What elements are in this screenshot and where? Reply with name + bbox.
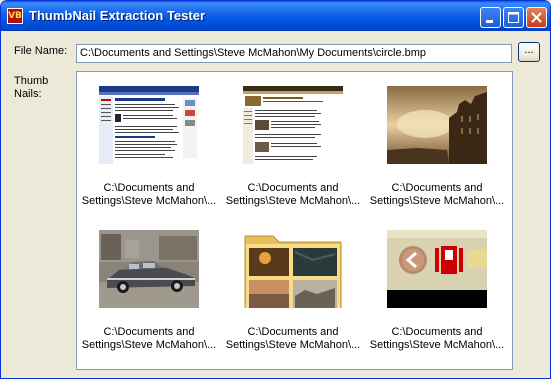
thumbnail-image: [99, 86, 199, 164]
title-bar[interactable]: VB ThumbNail Extraction Tester: [1, 1, 550, 31]
thumbnail-caption-line2: Settings\Steve McMahon\...: [81, 339, 217, 351]
maximize-icon: [508, 12, 519, 23]
thumbnail-caption-line1: C:\Documents and: [391, 182, 483, 194]
thumbnail-item[interactable]: C:\Documents and Settings\Steve McMahon\…: [79, 218, 219, 351]
thumbnail-caption-line1: C:\Documents and: [103, 182, 195, 194]
thumbnail-caption-line1: C:\Documents and: [247, 326, 339, 338]
app-window: VB ThumbNail Extraction Tester File Name…: [0, 0, 551, 379]
thumbnail-caption: C:\Documents and Settings\Steve McMahon\…: [367, 326, 507, 352]
thumbnail-caption-line2: Settings\Steve McMahon\...: [225, 339, 361, 351]
app-icon: VB: [7, 8, 23, 24]
minimize-button[interactable]: [480, 7, 501, 28]
thumbnail-caption-line1: C:\Documents and: [103, 326, 195, 338]
thumbnail-panel[interactable]: C:\Documents and Settings\Steve McMahon\…: [76, 71, 513, 370]
thumbnails-label-line2: Nails:: [14, 88, 42, 100]
thumbnail-image: [99, 230, 199, 308]
thumbnail-item[interactable]: C:\Documents and Settings\Steve McMahon\…: [79, 74, 219, 207]
thumbnail-caption-line1: C:\Documents and: [247, 182, 339, 194]
window-title: ThumbNail Extraction Tester: [29, 8, 206, 23]
thumbnail-caption-line2: Settings\Steve McMahon\...: [369, 195, 505, 207]
thumbnail-caption-line1: C:\Documents and: [391, 326, 483, 338]
thumbnail-item[interactable]: C:\Documents and Settings\Steve McMahon\…: [223, 74, 363, 207]
thumbnails-label-line1: Thumb: [14, 75, 49, 87]
thumbnail-caption: C:\Documents and Settings\Steve McMahon\…: [367, 182, 507, 208]
thumbnail-image: [387, 86, 487, 164]
thumbnail-caption: C:\Documents and Settings\Steve McMahon\…: [79, 182, 219, 208]
thumbnail-image: [243, 86, 343, 164]
file-name-field[interactable]: C:\Documents and Settings\Steve McMahon\…: [76, 44, 512, 63]
thumbnail-caption: C:\Documents and Settings\Steve McMahon\…: [223, 326, 363, 352]
file-name-label: File Name:: [14, 45, 68, 57]
thumbnail-image: [387, 230, 487, 308]
close-button[interactable]: [526, 7, 547, 28]
thumbnail-caption: C:\Documents and Settings\Steve McMahon\…: [223, 182, 363, 208]
thumbnails-label: Thumb Nails:: [14, 75, 48, 101]
thumbnail-image: [243, 230, 343, 308]
thumbnail-caption-line2: Settings\Steve McMahon\...: [225, 195, 361, 207]
thumbnail-item[interactable]: C:\Documents and Settings\Steve McMahon\…: [223, 218, 363, 351]
thumbnail-item[interactable]: C:\Documents and Settings\Steve McMahon\…: [367, 218, 507, 351]
thumbnail-item[interactable]: C:\Documents and Settings\Steve McMahon\…: [367, 74, 507, 207]
thumbnail-caption-line2: Settings\Steve McMahon\...: [81, 195, 217, 207]
browse-button[interactable]: ...: [518, 42, 540, 62]
thumbnail-caption-line2: Settings\Steve McMahon\...: [369, 339, 505, 351]
thumbnail-caption: C:\Documents and Settings\Steve McMahon\…: [79, 326, 219, 352]
close-icon: [531, 12, 542, 23]
maximize-button[interactable]: [503, 7, 524, 28]
minimize-icon: [486, 20, 493, 23]
